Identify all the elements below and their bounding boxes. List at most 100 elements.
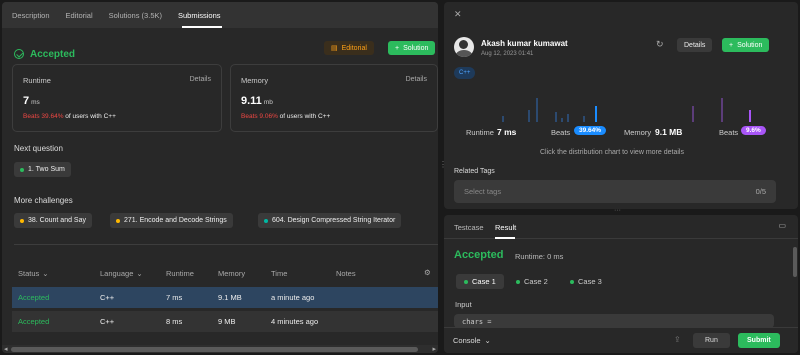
scroll-right-icon: ▸ (432, 346, 436, 353)
console-toggle[interactable]: Console ⌄ (453, 336, 491, 345)
memory-beats: Beats 9.06% of users with C++ (241, 113, 331, 120)
memory-value: 9.1 MB (655, 127, 683, 137)
settings-gear-icon[interactable]: ⚙ (424, 268, 431, 277)
row-language: C++ (100, 317, 115, 326)
scrollbar-thumb[interactable] (793, 247, 797, 277)
pass-dot-icon (464, 279, 468, 284)
row-memory: 9 MB (218, 317, 236, 326)
section-divider (14, 244, 438, 245)
row-status: Accepted (18, 317, 50, 326)
memory-card[interactable]: Memory Details 9.11 mb Beats 9.06% of use… (230, 64, 438, 132)
problem-tabs: Description Editorial Solutions (3.5K) S… (2, 2, 438, 28)
tags-count: 0/5 (755, 187, 766, 196)
challenge-chip[interactable]: 38. Count and Say (14, 213, 92, 228)
layout-icon[interactable]: ▭ (778, 221, 786, 230)
submission-date: Aug 12, 2023 01:41 (481, 51, 534, 57)
case-tab[interactable]: Case 2 (508, 274, 556, 289)
runtime-card[interactable]: Runtime Details 7 ms Beats 39.64% of user… (12, 64, 222, 132)
memory-label: Memory (624, 128, 652, 137)
chevron-down-icon: ⌄ (136, 269, 143, 278)
active-tab-indicator (182, 26, 222, 28)
memory-details-link[interactable]: Details (406, 76, 427, 83)
solution-button[interactable]: + Solution (722, 38, 770, 52)
input-label: Input (455, 300, 472, 309)
memory-beats-pill: 9.6% (741, 126, 766, 135)
medium-dot-icon (20, 218, 24, 223)
header-runtime: Runtime (166, 269, 194, 278)
pass-dot-icon (570, 279, 574, 284)
chart-hint: Click the distribution chart to view mor… (540, 149, 684, 156)
horizontal-resize-handle-icon[interactable]: ··· (614, 207, 621, 214)
row-runtime: 7 ms (166, 293, 183, 302)
runtime-beats-label: Beats (551, 128, 571, 137)
header-memory: Memory (218, 269, 246, 278)
share-icon[interactable]: ↻ (656, 39, 664, 50)
case-tab[interactable]: Case 1 (456, 274, 504, 289)
console-tabs: Testcase Result ▭ (444, 215, 798, 239)
run-button[interactable]: Run (693, 333, 730, 348)
medium-dot-icon (116, 218, 120, 223)
runtime-value: 7 ms (23, 95, 40, 107)
submission-panel: Description Editorial Solutions (3.5K) S… (2, 2, 438, 353)
table-row[interactable]: Accepted C++ 7 ms 9.1 MB a minute ago (12, 287, 438, 308)
header-time: Time (271, 269, 288, 278)
challenge-chip[interactable]: 604. Design Compressed String Iterator (258, 213, 402, 228)
upload-icon[interactable]: ⇪ (674, 335, 681, 344)
runtime-details-link[interactable]: Details (190, 76, 211, 83)
header-language[interactable]: Language ⌄ (100, 269, 143, 278)
input-value-box: chars = (454, 314, 774, 328)
runtime-value: 7 ms (497, 127, 517, 137)
result-status: Accepted (454, 249, 504, 261)
row-runtime: 8 ms (166, 317, 183, 326)
case-tab[interactable]: Case 3 (562, 274, 610, 289)
details-button[interactable]: Details (677, 38, 713, 52)
runtime-label: Runtime (23, 76, 51, 85)
challenge-chip[interactable]: 271. Encode and Decode Strings (110, 213, 233, 228)
more-challenges-title: More challenges (14, 196, 73, 205)
tab-testcase[interactable]: Testcase (454, 223, 484, 232)
next-question-chip[interactable]: 1. Two Sum (14, 162, 71, 177)
runtime-label: Runtime (466, 128, 494, 137)
select-tags-input[interactable]: Select tags 0/5 (454, 180, 776, 203)
row-language: C++ (100, 293, 115, 302)
scrollbar-thumb[interactable] (11, 347, 418, 352)
horizontal-scrollbar[interactable]: ◂ ▸ (2, 345, 438, 353)
memory-value: 9.11 mb (241, 95, 273, 107)
tab-solutions[interactable]: Solutions (3.5K) (109, 11, 162, 20)
submit-button[interactable]: Submit (738, 333, 780, 348)
input-value: chars = (462, 318, 492, 326)
memory-label: Memory (241, 76, 269, 85)
row-time: 4 minutes ago (271, 317, 319, 326)
close-icon[interactable]: ✕ (454, 9, 462, 20)
solution-button[interactable]: + Solution (388, 41, 436, 55)
row-time: a minute ago (271, 293, 315, 302)
tab-result[interactable]: Result (495, 223, 516, 232)
check-circle-icon (14, 49, 24, 59)
plus-icon: + (729, 41, 734, 49)
status-text: Accepted (30, 48, 76, 60)
runtime-beats-pill: 39.64% (574, 126, 607, 135)
tab-editorial[interactable]: Editorial (66, 11, 93, 20)
next-question-title: Next question (14, 144, 63, 153)
distribution-chart[interactable] (444, 90, 798, 124)
vertical-scrollbar[interactable] (792, 243, 798, 325)
chevron-down-icon: ⌄ (484, 336, 491, 345)
submission-status: Accepted (14, 49, 75, 60)
scroll-left-icon: ◂ (4, 346, 8, 353)
language-tag[interactable]: C++ (454, 67, 476, 79)
header-notes: Notes (336, 269, 356, 278)
editorial-button[interactable]: ▤ Editorial (324, 41, 374, 55)
memory-beats-label: Beats (719, 128, 739, 137)
result-runtime: Runtime: 0 ms (515, 252, 564, 261)
chevron-down-icon: ⌄ (42, 269, 49, 278)
pass-dot-icon (516, 279, 520, 284)
active-tab-indicator (495, 237, 515, 239)
header-status[interactable]: Status ⌄ (18, 269, 49, 278)
table-row[interactable]: Accepted C++ 8 ms 9 MB 4 minutes ago (12, 311, 438, 332)
avatar[interactable] (454, 37, 474, 57)
console-panel: Testcase Result ▭ Accepted Runtime: 0 ms… (444, 215, 798, 353)
related-tags-title: Related Tags (454, 168, 495, 175)
tab-description[interactable]: Description (12, 11, 50, 20)
user-name[interactable]: Akash kumar kumawat (481, 39, 568, 48)
tab-submissions[interactable]: Submissions (178, 11, 221, 20)
